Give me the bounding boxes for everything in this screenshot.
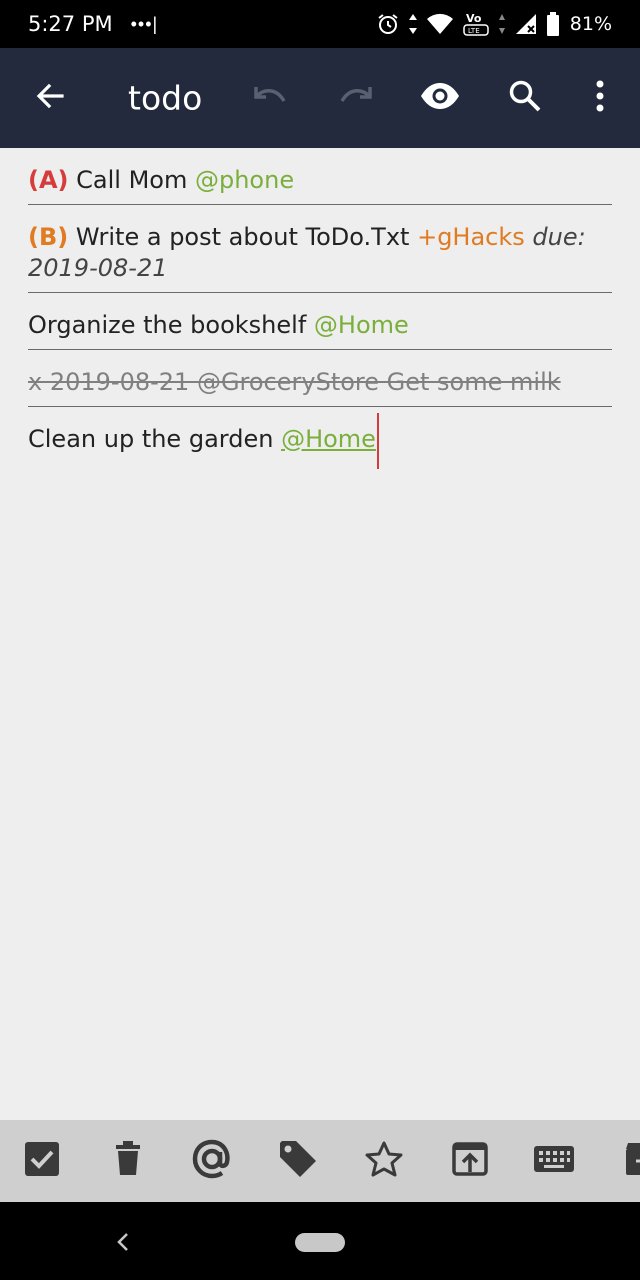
nav-back-icon[interactable] [110, 1224, 136, 1265]
redo-icon [336, 83, 376, 114]
star-icon [365, 1141, 403, 1182]
open-in-button[interactable] [446, 1137, 494, 1185]
todo-text: Organize the bookshelf [28, 311, 314, 339]
mark-done-button[interactable] [18, 1137, 66, 1185]
priority-button[interactable] [360, 1137, 408, 1185]
checkbox-icon [24, 1141, 60, 1182]
system-nav-bar [0, 1202, 640, 1280]
page-title: todo [128, 78, 203, 118]
status-bar: 5:27 PM •••| Vo LTE 81% [0, 0, 640, 48]
todo-line[interactable]: Clean up the garden @Home [28, 407, 612, 477]
redo-button[interactable] [328, 70, 384, 126]
back-button[interactable] [22, 70, 78, 126]
svg-text:LTE: LTE [468, 27, 480, 35]
delete-button[interactable] [104, 1137, 152, 1185]
data-arrows-icon [408, 13, 418, 35]
tag-icon [278, 1139, 318, 1184]
text-caret [376, 413, 379, 469]
context-tag: @Home [281, 425, 376, 453]
status-icons: Vo LTE 81% [376, 11, 612, 37]
search-icon [508, 79, 542, 118]
signal-icon [514, 12, 538, 36]
open-in-icon [452, 1141, 488, 1181]
view-button[interactable] [412, 70, 468, 126]
insert-context-button[interactable] [188, 1137, 236, 1185]
context-tag: @Home [313, 311, 409, 339]
volte-icon: Vo LTE [462, 11, 490, 37]
nav-home-pill[interactable] [295, 1233, 345, 1252]
alarm-icon [376, 12, 400, 36]
at-icon [191, 1138, 233, 1185]
status-time: 5:27 PM [28, 12, 113, 36]
keyboard-icon [533, 1145, 575, 1178]
completed-todo-text: x 2019-08-21 @GroceryStore Get some milk [28, 368, 561, 396]
search-button[interactable] [497, 70, 553, 126]
wifi-icon [426, 13, 454, 35]
data-arrows-icon-2 [498, 13, 506, 35]
eye-icon [419, 82, 461, 115]
todo-text: Clean up the garden [28, 425, 282, 453]
battery-percent: 81% [569, 13, 612, 35]
todo-text: Call Mom [68, 166, 195, 194]
keyboard-button[interactable] [530, 1137, 578, 1185]
todo-line-completed[interactable]: x 2019-08-21 @GroceryStore Get some milk [28, 350, 612, 407]
due-date: 2019-08-21 [28, 254, 168, 282]
todo-line[interactable]: (A) Call Mom @phone [28, 148, 612, 205]
todo-line[interactable]: (B) Write a post about ToDo.Txt +gHacks … [28, 205, 612, 293]
todo-line[interactable]: Organize the bookshelf @Home [28, 293, 612, 350]
project-tag: +gHacks [417, 223, 525, 251]
notification-dots: •••| [130, 13, 159, 34]
app-bar: todo [0, 48, 640, 148]
priority-label: (B) [28, 223, 69, 251]
more-vert-icon [595, 80, 605, 117]
bottom-toolbar [0, 1120, 640, 1202]
trash-icon [113, 1140, 143, 1182]
undo-button[interactable] [242, 70, 298, 126]
battery-icon [546, 12, 560, 36]
context-tag: @phone [194, 166, 295, 194]
insert-project-button[interactable] [274, 1137, 322, 1185]
priority-label: (A) [28, 166, 69, 194]
svg-text:Vo: Vo [466, 12, 482, 25]
archive-button[interactable] [612, 1137, 640, 1185]
undo-icon [250, 83, 290, 114]
todo-text: Write a post about ToDo.Txt [68, 223, 418, 251]
back-arrow-icon [34, 80, 66, 117]
due-label: due: [524, 223, 586, 251]
todo-editor[interactable]: (A) Call Mom @phone (B) Write a post abo… [28, 148, 612, 477]
more-options-button[interactable] [572, 70, 628, 126]
archive-icon [616, 1141, 640, 1182]
